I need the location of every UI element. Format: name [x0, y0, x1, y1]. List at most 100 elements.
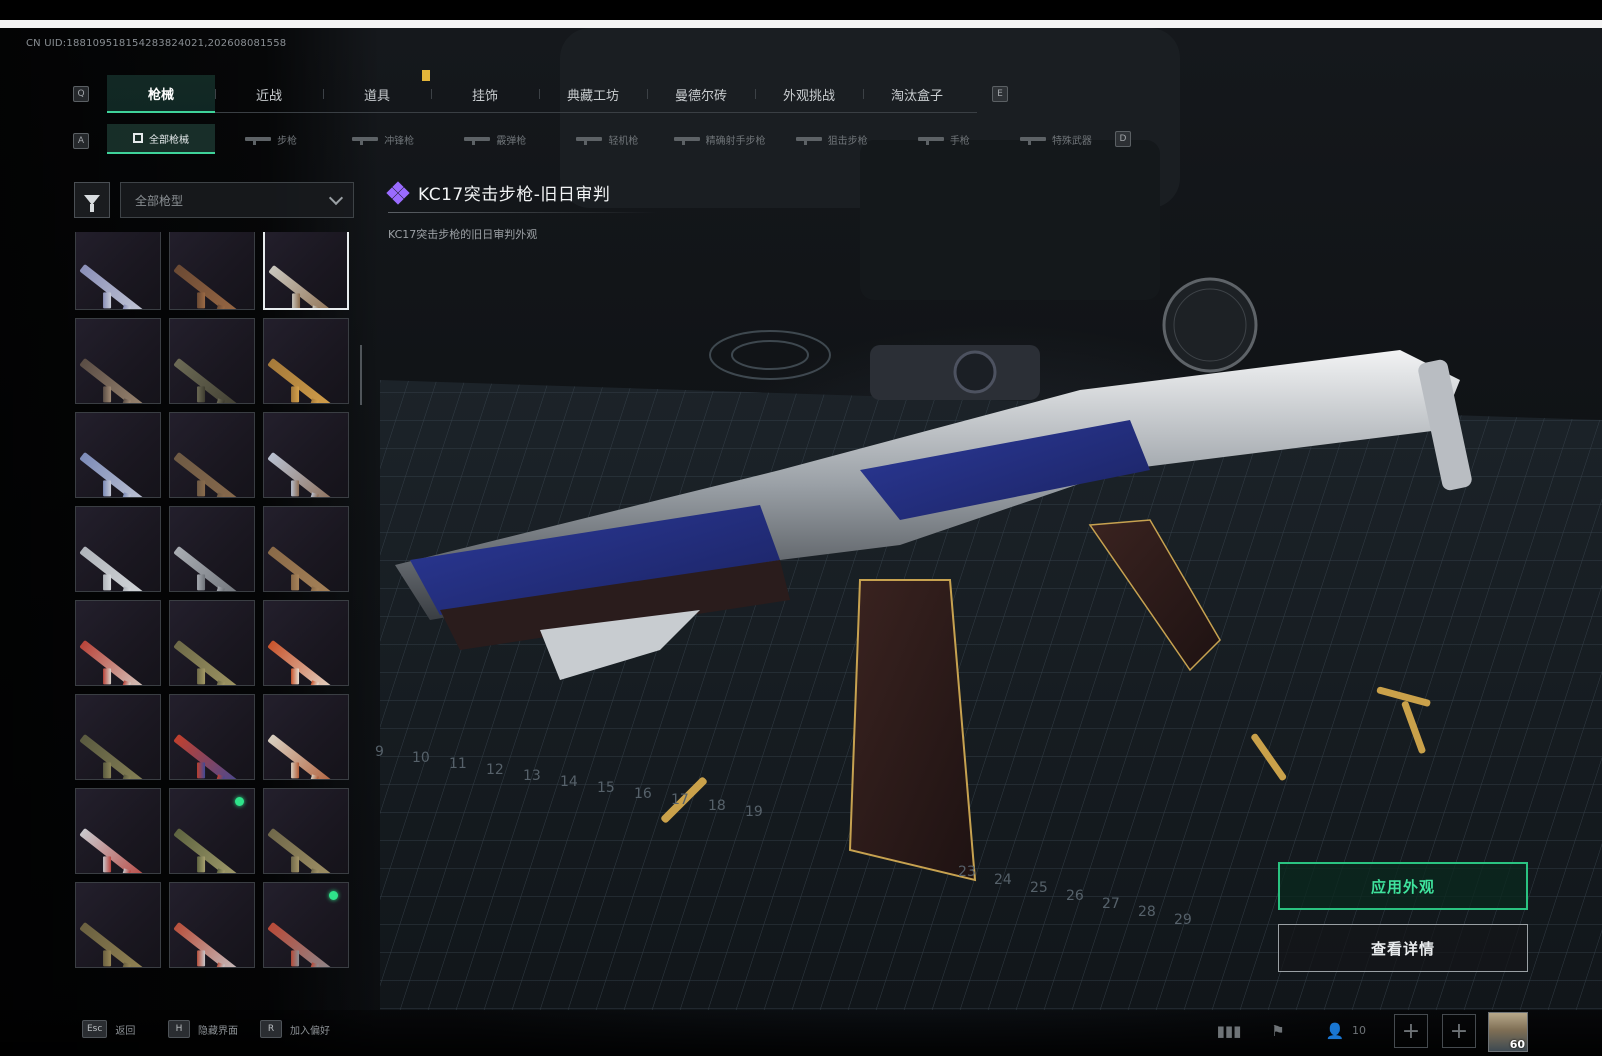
apply-skin-button[interactable]: 应用外观 [1278, 862, 1528, 910]
subtab-label: 狙击步枪 [827, 135, 868, 147]
skin-cell[interactable] [169, 506, 255, 592]
rifle-icon [267, 357, 339, 403]
tab-7[interactable]: 淘汰盒子 [863, 75, 971, 113]
subtab-label: 全部枪械 [149, 134, 189, 146]
subtab-0[interactable]: 全部枪械 [107, 124, 215, 154]
skin-cell[interactable] [169, 788, 255, 874]
subtab-7[interactable]: 手枪 [888, 124, 1000, 154]
flag-icon[interactable]: ⚑ [1265, 1018, 1291, 1044]
skin-cell[interactable] [169, 412, 255, 498]
ruler-number: 13 [523, 768, 541, 784]
stats-icon[interactable]: ▮▮▮ [1216, 1018, 1242, 1044]
next-subtab-key[interactable]: D [1115, 131, 1131, 147]
ruler-number: 10 [412, 750, 430, 766]
subtab-2[interactable]: 冲锋枪 [327, 124, 439, 154]
hint-0[interactable]: Esc 返回 [82, 1020, 135, 1038]
tab-2[interactable]: 道具 [323, 75, 431, 113]
tab-4[interactable]: 典藏工坊 [539, 75, 647, 113]
skin-cell[interactable] [263, 318, 349, 404]
prev-subtab-key[interactable]: A [73, 133, 89, 149]
ruler-number: 14 [560, 774, 578, 790]
skin-cell[interactable] [75, 694, 161, 780]
ruler-number: 12 [486, 762, 504, 778]
rifle-icon [267, 451, 339, 497]
rifle-icon [173, 451, 245, 497]
subtab-8[interactable]: 特殊武器 [1000, 124, 1112, 154]
skin-cell[interactable] [75, 412, 161, 498]
subtab-5[interactable]: 精确射手步枪 [664, 124, 776, 154]
skin-cell[interactable] [169, 318, 255, 404]
subtab-6[interactable]: 狙击步枪 [776, 124, 888, 154]
player-avatar[interactable]: 60 [1488, 1012, 1528, 1052]
skin-cell[interactable] [75, 232, 161, 310]
new-badge [235, 797, 244, 806]
rifle-icon [267, 921, 339, 967]
ruler-number: 23 [958, 864, 976, 880]
tab-5[interactable]: 曼德尔砖 [647, 75, 755, 113]
key-hint: Esc [82, 1020, 108, 1038]
view-details-button[interactable]: 查看详情 [1278, 924, 1528, 972]
skin-cell[interactable] [263, 694, 349, 780]
rifle-icon [79, 263, 151, 309]
friends-icon[interactable]: 👤 [1322, 1018, 1348, 1044]
skin-cell[interactable] [263, 232, 349, 310]
skin-cell[interactable] [263, 882, 349, 968]
hint-label: 返回 [115, 1025, 136, 1037]
prev-tab-key[interactable]: Q [73, 86, 89, 102]
add-slot-button-1[interactable]: + [1394, 1014, 1428, 1048]
grid-scrollbar[interactable] [360, 345, 362, 405]
ruler-number: 29 [1174, 912, 1192, 928]
subtab-label: 特殊武器 [1051, 135, 1092, 147]
rifle-icon [173, 733, 245, 779]
player-uid: CN UID:1881095181542838240​21,2026080815… [26, 38, 287, 49]
rifle-icon [79, 357, 151, 403]
next-tab-key[interactable]: E [992, 86, 1008, 102]
subtab-label: 手枪 [949, 135, 970, 147]
gun-icon [352, 137, 379, 145]
player-level: 60 [1509, 1038, 1525, 1051]
compass [1162, 277, 1258, 373]
top-letterbox [0, 0, 1602, 28]
weapon-type-tabs: 全部枪械 步枪 冲锋枪 霰弹枪 轻机枪 精确射手步枪 狙击步枪 手枪 特殊武器 [107, 124, 1112, 154]
skin-cell[interactable] [169, 694, 255, 780]
skin-cell[interactable] [75, 788, 161, 874]
skin-cell[interactable] [263, 506, 349, 592]
filter-icon [84, 195, 100, 212]
subtab-label: 步枪 [277, 135, 298, 147]
filter-button[interactable] [74, 182, 110, 218]
skin-cell[interactable] [169, 232, 255, 310]
skin-cell[interactable] [263, 412, 349, 498]
item-description: KC17突击步枪的旧日审判外观 [388, 228, 538, 241]
rifle-icon [79, 451, 151, 497]
item-name: KC17突击步枪-旧日审判 [418, 185, 611, 205]
tab-1[interactable]: 近战 [215, 75, 323, 113]
rifle-icon [268, 264, 340, 308]
skin-cell[interactable] [75, 506, 161, 592]
add-slot-button-2[interactable]: + [1442, 1014, 1476, 1048]
skin-cell[interactable] [169, 600, 255, 686]
grid-icon [133, 133, 143, 143]
category-tabs: 枪械 近战 道具 挂饰 典藏工坊 曼德尔砖 外观挑战 淘汰盒子 [107, 75, 977, 113]
chevron-down-icon [328, 190, 344, 205]
hint-1[interactable]: H 隐藏界面 [168, 1020, 238, 1038]
skin-cell[interactable] [263, 600, 349, 686]
tab-notification-marker [422, 70, 430, 81]
hint-2[interactable]: R 加入偏好 [260, 1020, 330, 1038]
subtab-1[interactable]: 步枪 [215, 124, 327, 154]
skin-cell[interactable] [75, 600, 161, 686]
skin-cell[interactable] [169, 882, 255, 968]
title-divider [388, 212, 658, 213]
friends-count: 10 [1352, 1024, 1366, 1037]
skin-cell[interactable] [75, 318, 161, 404]
ruler-number: 18 [708, 798, 726, 814]
skin-cell[interactable] [263, 788, 349, 874]
tab-6[interactable]: 外观挑战 [755, 75, 863, 113]
tab-0[interactable]: 枪械 [107, 75, 215, 113]
subtab-3[interactable]: 霰弹枪 [439, 124, 551, 154]
subtab-4[interactable]: 轻机枪 [551, 124, 663, 154]
dropdown-value: 全部枪型 [135, 193, 184, 208]
skin-cell[interactable] [75, 882, 161, 968]
weapon-type-dropdown[interactable]: 全部枪型 [120, 182, 354, 218]
rifle-icon [79, 921, 151, 967]
tab-3[interactable]: 挂饰 [431, 75, 539, 113]
